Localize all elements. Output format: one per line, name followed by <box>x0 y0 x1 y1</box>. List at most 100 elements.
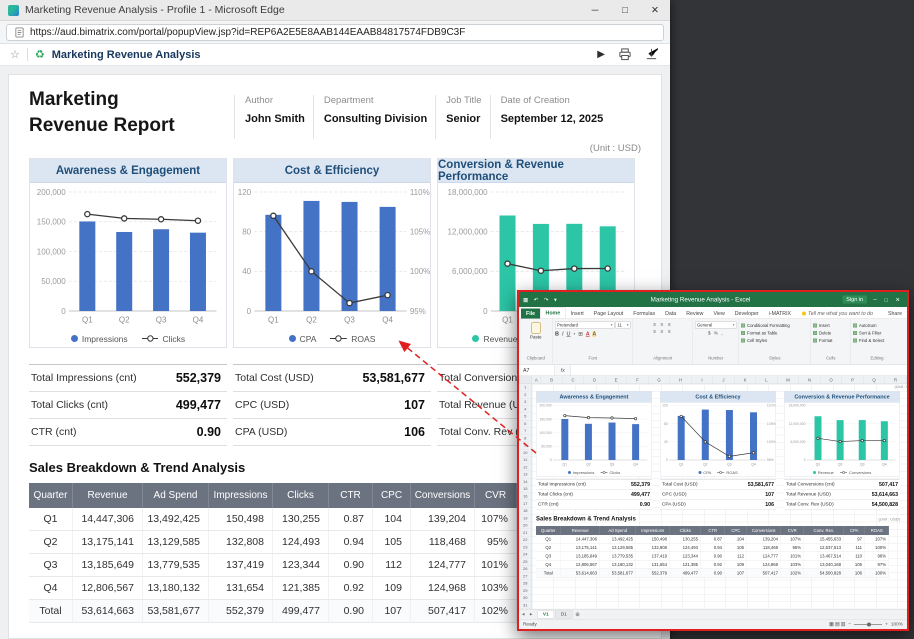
excel-row-header[interactable]: 16 <box>519 493 532 500</box>
minimize-button[interactable]: ─ <box>580 0 610 21</box>
alignment-buttons[interactable]: ≡ ≡ ≡≡ ≡ ≡ <box>635 322 691 336</box>
excel-column-header[interactable]: R <box>885 376 907 384</box>
sheet-tab[interactable]: D1 <box>555 610 572 618</box>
excel-row-header[interactable]: 25 <box>519 558 532 565</box>
ribbon-button[interactable]: Delete <box>813 329 849 337</box>
ribbon-button[interactable]: Conditional Formatting <box>741 322 809 330</box>
excel-row-header[interactable]: 5 <box>519 413 532 420</box>
excel-column-header[interactable]: I <box>692 376 714 384</box>
excel-column-header[interactable]: B <box>541 376 563 384</box>
excel-row-header[interactable]: 3 <box>519 399 532 406</box>
zoom-out-button[interactable]: − <box>848 622 851 628</box>
ribbon-tab-file[interactable]: File <box>521 309 540 319</box>
excel-row-header[interactable]: 29 <box>519 587 532 594</box>
excel-column-header[interactable]: P <box>842 376 864 384</box>
number-format-box[interactable]: General▾ <box>695 322 737 329</box>
excel-window-controls[interactable]: ─ □ ✕ <box>873 296 903 303</box>
excel-row-header[interactable]: 4 <box>519 406 532 413</box>
font-style-buttons[interactable]: BIU▾⊞AA <box>555 331 631 338</box>
excel-column-header[interactable]: C <box>563 376 585 384</box>
excel-column-header[interactable]: F <box>627 376 649 384</box>
excel-row-header[interactable]: 26 <box>519 565 532 572</box>
paste-label[interactable]: Paste <box>521 335 551 340</box>
excel-row-header[interactable]: 19 <box>519 515 532 522</box>
excel-row-header[interactable]: 6 <box>519 420 532 427</box>
excel-column-header[interactable]: G <box>649 376 671 384</box>
font-name-box[interactable]: Pretendard▾ <box>555 322 615 329</box>
ribbon-tab-page-layout[interactable]: Page Layout <box>589 309 628 319</box>
excel-column-header[interactable]: D <box>584 376 606 384</box>
excel-row-header[interactable]: 1 <box>519 384 532 391</box>
excel-column-header[interactable]: A <box>532 376 541 384</box>
address-bar[interactable]: https://aud.bimatrix.com/portal/popupVie… <box>6 24 664 41</box>
favorites-star-icon[interactable]: ☆ <box>10 48 20 61</box>
excel-row-header[interactable]: 24 <box>519 551 532 558</box>
ribbon-button[interactable]: Cell Styles <box>741 337 809 345</box>
excel-row-header[interactable]: 9 <box>519 442 532 449</box>
tell-me-box[interactable]: Tell me what you want to do <box>802 311 873 319</box>
ribbon-tab-insert[interactable]: Insert <box>566 309 589 319</box>
print-button[interactable] <box>618 48 632 61</box>
share-button[interactable]: Share <box>888 311 905 319</box>
excel-row-header[interactable]: 11 <box>519 457 532 464</box>
excel-column-header[interactable]: J <box>713 376 735 384</box>
ribbon-tab-view[interactable]: View <box>708 309 729 319</box>
ribbon-button[interactable]: AutoSum <box>853 322 901 330</box>
zoom-in-button[interactable]: + <box>885 622 888 628</box>
font-size-box[interactable]: 11▾ <box>616 322 631 329</box>
paste-icon[interactable] <box>531 323 540 334</box>
zoom-level[interactable]: 100% <box>891 622 903 628</box>
excel-row-header[interactable]: 8 <box>519 435 532 442</box>
excel-row-header[interactable]: 10 <box>519 449 532 456</box>
excel-column-header[interactable]: E <box>606 376 628 384</box>
excel-row-header[interactable]: 14 <box>519 478 532 485</box>
excel-row-header[interactable]: 18 <box>519 507 532 514</box>
excel-column-header[interactable]: M <box>778 376 800 384</box>
excel-row-header[interactable]: 20 <box>519 522 532 529</box>
insert-function-button[interactable]: fx <box>555 365 571 376</box>
download-button[interactable] <box>645 48 658 61</box>
sheet-nav-buttons[interactable]: ◂ ▸ <box>522 612 534 618</box>
select-all-corner[interactable] <box>519 376 532 384</box>
ribbon-tab-i-matrix[interactable]: i-MATRIX <box>764 309 796 319</box>
excel-column-header[interactable]: H <box>670 376 692 384</box>
ribbon-button[interactable]: Format as Table <box>741 329 809 337</box>
ribbon-button[interactable]: Sort & Filter <box>853 329 901 337</box>
excel-row-header[interactable]: 7 <box>519 428 532 435</box>
ribbon-tab-review[interactable]: Review <box>681 309 708 319</box>
excel-row-header[interactable]: 31 <box>519 602 532 609</box>
excel-column-header[interactable]: N <box>799 376 821 384</box>
excel-row-header[interactable]: 13 <box>519 471 532 478</box>
excel-row-header[interactable]: 22 <box>519 536 532 543</box>
excel-column-header[interactable]: O <box>821 376 843 384</box>
view-mode-icons[interactable]: ▦ ▤ ▥ <box>829 622 845 628</box>
excel-row-header[interactable]: 15 <box>519 486 532 493</box>
excel-row-header[interactable]: 28 <box>519 580 532 587</box>
excel-row-header[interactable]: 27 <box>519 573 532 580</box>
excel-column-header[interactable]: K <box>735 376 757 384</box>
excel-row-header[interactable]: 2 <box>519 391 532 398</box>
ribbon-button[interactable]: Format <box>813 337 849 345</box>
ribbon-tab-developer[interactable]: Developer <box>730 309 764 319</box>
excel-column-header[interactable]: Q <box>864 376 886 384</box>
number-buttons[interactable]: $ % , <box>695 331 737 337</box>
maximize-button[interactable]: □ <box>610 0 640 21</box>
ribbon-tab-home[interactable]: Home <box>540 308 566 319</box>
ribbon-button[interactable]: Find & Select <box>853 337 901 345</box>
close-button[interactable]: ✕ <box>640 0 670 21</box>
excel-row-header[interactable]: 17 <box>519 500 532 507</box>
excel-row-header[interactable]: 12 <box>519 464 532 471</box>
add-sheet-button[interactable]: ⊕ <box>575 611 580 618</box>
sign-in-button[interactable]: Sign in <box>842 296 867 304</box>
ribbon-tab-data[interactable]: Data <box>660 309 681 319</box>
excel-column-header[interactable]: L <box>756 376 778 384</box>
excel-grid[interactable]: (Unit : USD) Awareness & Engagement 050,… <box>532 384 907 609</box>
ribbon-button[interactable]: Insert <box>813 322 849 330</box>
ribbon-tab-formulas[interactable]: Formulas <box>628 309 660 319</box>
excel-row-header[interactable]: 23 <box>519 544 532 551</box>
zoom-slider[interactable] <box>854 624 882 625</box>
run-button[interactable]: ▶ <box>597 49 605 60</box>
cell-name-box[interactable]: A7 <box>519 365 555 376</box>
excel-row-header[interactable]: 21 <box>519 529 532 536</box>
sheet-tab[interactable]: V1 <box>537 610 554 618</box>
